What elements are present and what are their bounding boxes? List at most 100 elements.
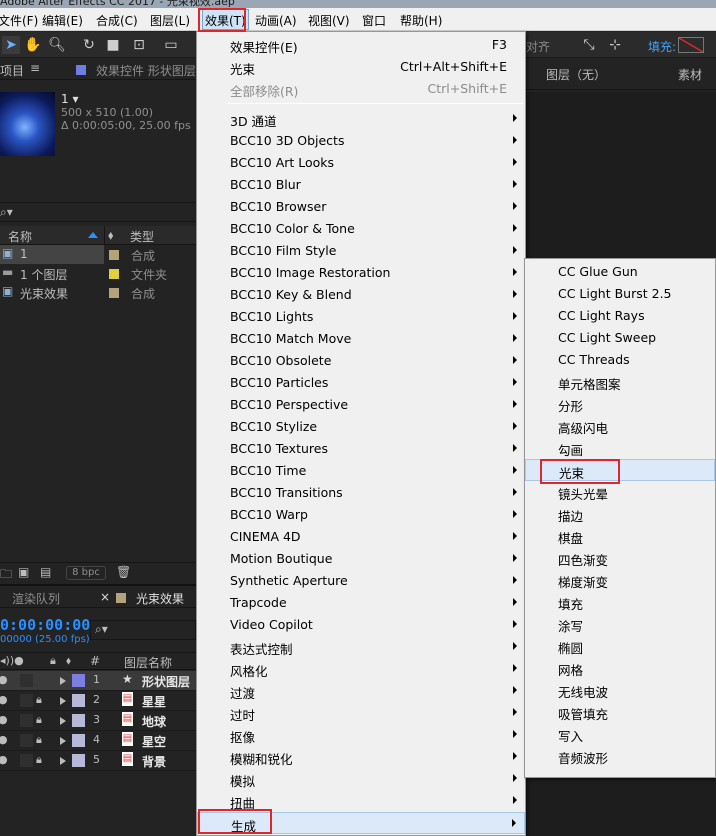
layer-row[interactable]: ● 🔒︎ 5 ▤ 背景: [0, 751, 196, 771]
expand-twirl-icon[interactable]: [60, 677, 66, 685]
lock-icon[interactable]: 🔒︎: [36, 753, 42, 767]
menu-category-item[interactable]: BCC10 Particles: [197, 372, 525, 394]
visibility-eye-icon[interactable]: ●: [0, 753, 8, 766]
submenu-item[interactable]: 涂写: [525, 613, 715, 635]
menu-category-item[interactable]: 模拟: [197, 768, 525, 790]
submenu-item[interactable]: 描边: [525, 503, 715, 525]
rotate-tool-icon[interactable]: ↻: [80, 36, 98, 54]
search-icon[interactable]: ⌕▾: [0, 205, 13, 220]
menu-6[interactable]: 视图(V): [308, 12, 350, 29]
fill-color-swatch[interactable]: [678, 37, 704, 53]
new-comp-icon[interactable]: ▣: [18, 565, 29, 579]
menu-category-item[interactable]: BCC10 Obsolete: [197, 350, 525, 372]
menu-category-item[interactable]: BCC10 3D Objects: [197, 130, 525, 152]
interpret-footage-icon[interactable]: ▤: [40, 565, 51, 579]
layer-name[interactable]: 背景: [142, 753, 166, 770]
menu-5[interactable]: 动画(A): [255, 12, 297, 29]
tab-effect-controls[interactable]: 效果控件 形状图层: [96, 62, 196, 79]
camera-tool-icon[interactable]: ■: [104, 36, 122, 54]
menu-category-item[interactable]: BCC10 Browser: [197, 196, 525, 218]
snap-icon[interactable]: ⤡: [580, 36, 598, 54]
submenu-item[interactable]: 镜头光晕: [525, 481, 715, 503]
timeline-search-field[interactable]: ⌕▾: [90, 620, 196, 640]
menu-item-top-0[interactable]: 效果控件(E) F3: [197, 34, 525, 56]
submenu-item[interactable]: 音频波形: [525, 745, 715, 767]
project-item-row[interactable]: ▣ 光束效果 合成: [0, 283, 196, 302]
layer-row[interactable]: ● 🔒︎ 2 ▤ 星星: [0, 691, 196, 711]
menu-category-item[interactable]: Motion Boutique: [197, 548, 525, 570]
submenu-item[interactable]: 勾画: [525, 437, 715, 459]
column-name[interactable]: 名称: [8, 228, 32, 245]
label-tag-icon[interactable]: ⬧: [108, 228, 113, 243]
tab-render-queue[interactable]: 渲染队列: [12, 590, 60, 607]
menu-0[interactable]: 文件(F): [0, 12, 38, 29]
menu-category-item[interactable]: 过时: [197, 702, 525, 724]
layer-label-color[interactable]: [72, 674, 85, 687]
submenu-item[interactable]: 棋盘: [525, 525, 715, 547]
submenu-item[interactable]: CC Light Rays: [525, 305, 715, 327]
project-search-bar[interactable]: ⌕▾: [0, 202, 196, 222]
rectangle-tool-icon[interactable]: ▭: [162, 36, 180, 54]
menu-category-item[interactable]: BCC10 Warp: [197, 504, 525, 526]
menu-category-item[interactable]: BCC10 Blur: [197, 174, 525, 196]
menu-category-item[interactable]: CINEMA 4D: [197, 526, 525, 548]
submenu-item[interactable]: CC Glue Gun: [525, 261, 715, 283]
close-icon[interactable]: ×: [100, 590, 110, 604]
expand-twirl-icon[interactable]: [60, 757, 66, 765]
submenu-item[interactable]: 单元格图案: [525, 371, 715, 393]
visibility-eye-icon[interactable]: ●: [0, 693, 8, 706]
layer-label-color[interactable]: [72, 714, 85, 727]
submenu-item[interactable]: 光束: [525, 459, 715, 481]
lock-icon[interactable]: 🔒︎: [36, 733, 42, 747]
menu-category-item[interactable]: 模糊和锐化: [197, 746, 525, 768]
trash-icon[interactable]: 🗑︎: [116, 565, 131, 579]
menu-category-item[interactable]: BCC10 Lights: [197, 306, 525, 328]
solo-toggle[interactable]: [20, 674, 33, 687]
menu-category-item[interactable]: BCC10 Textures: [197, 438, 525, 460]
tab-project[interactable]: 项目: [0, 62, 24, 79]
visibility-eye-icon[interactable]: ●: [0, 713, 8, 726]
project-item-row[interactable]: ▬ 1 个图层 文件夹: [0, 264, 196, 283]
menu-category-item[interactable]: 过渡: [197, 680, 525, 702]
column-layer-name[interactable]: 图层名称: [124, 654, 172, 671]
lock-icon[interactable]: 🔒︎: [50, 654, 56, 668]
menu-8[interactable]: 帮助(H): [400, 12, 442, 29]
layer-label-color[interactable]: [72, 754, 85, 767]
submenu-item[interactable]: CC Threads: [525, 349, 715, 371]
av-features-icon[interactable]: ◂))●: [0, 654, 24, 667]
expand-twirl-icon[interactable]: [60, 737, 66, 745]
menu-category-item[interactable]: BCC10 Stylize: [197, 416, 525, 438]
layer-name[interactable]: 星星: [142, 693, 166, 710]
layer-label-color[interactable]: [72, 694, 85, 707]
layer-row[interactable]: ● 🔒︎ 4 ▤ 星空: [0, 731, 196, 751]
lock-icon[interactable]: 🔒︎: [36, 693, 42, 707]
expand-twirl-icon[interactable]: [60, 717, 66, 725]
menu-2[interactable]: 合成(C): [96, 12, 138, 29]
label-color-swatch[interactable]: [109, 288, 119, 298]
menu-item-top-2[interactable]: 全部移除(R) Ctrl+Shift+E: [197, 78, 525, 100]
menu-7[interactable]: 窗口: [362, 12, 386, 29]
menu-category-item[interactable]: BCC10 Art Looks: [197, 152, 525, 174]
menu-category-item[interactable]: Synthetic Aperture: [197, 570, 525, 592]
menu-category-item[interactable]: BCC10 Color & Tone: [197, 218, 525, 240]
tab-comp[interactable]: 光束效果: [136, 590, 184, 607]
solo-toggle[interactable]: [20, 734, 33, 747]
menu-category-item[interactable]: BCC10 Transitions: [197, 482, 525, 504]
label-color-swatch[interactable]: [109, 250, 119, 260]
menu-category-item[interactable]: BCC10 Image Restoration: [197, 262, 525, 284]
selection-tool-icon[interactable]: ➤: [2, 36, 20, 54]
submenu-item[interactable]: 梯度渐变: [525, 569, 715, 591]
solo-toggle[interactable]: [20, 754, 33, 767]
visibility-eye-icon[interactable]: ●: [0, 733, 8, 746]
menu-category-item[interactable]: BCC10 Perspective: [197, 394, 525, 416]
zoom-tool-icon[interactable]: 🔍︎: [48, 36, 66, 54]
submenu-item[interactable]: CC Light Sweep: [525, 327, 715, 349]
solo-toggle[interactable]: [20, 694, 33, 707]
bit-depth-button[interactable]: 8 bpc: [66, 566, 106, 580]
label-tag-icon[interactable]: ⬧: [66, 654, 71, 668]
menu-category-item[interactable]: 扭曲: [197, 790, 525, 812]
expand-twirl-icon[interactable]: [60, 697, 66, 705]
label-color-swatch[interactable]: [109, 269, 119, 279]
menu-item-top-1[interactable]: 光束 Ctrl+Alt+Shift+E: [197, 56, 525, 78]
panel-menu-icon[interactable]: ≡: [30, 61, 40, 75]
